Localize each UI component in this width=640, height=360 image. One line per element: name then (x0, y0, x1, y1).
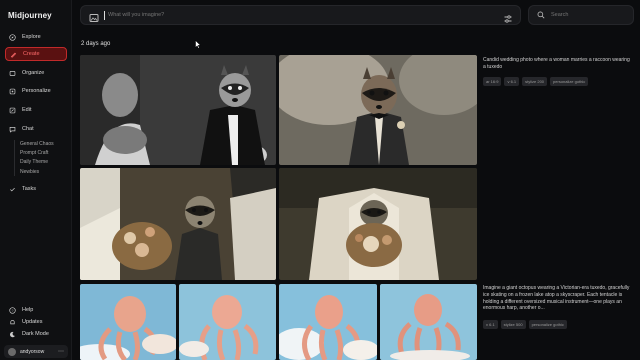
sidebar-item-label: Dark Mode (22, 331, 49, 337)
more-icon[interactable]: ⋯ (58, 348, 64, 355)
folder-icon (9, 70, 16, 77)
sidebar-item-dark-mode[interactable]: Dark Mode (5, 327, 67, 341)
text-cursor (104, 10, 105, 20)
sidebar-item-label: Explore (22, 34, 41, 40)
sidebar-item-edit[interactable]: Edit (5, 103, 67, 117)
chat-room-newbies[interactable]: Newbies (20, 169, 39, 175)
sidebar-item-tasks[interactable]: Tasks (5, 182, 67, 196)
job-tags: ar 16:9 v 6.1 stylize 200 personalize go… (483, 77, 589, 86)
sidebar-item-explore[interactable]: Explore (5, 30, 67, 44)
param-tag[interactable]: personalize gothic (550, 77, 589, 86)
job-tags: v 6.1 stylize 500 personalize gothic (483, 320, 567, 329)
generated-image-2[interactable] (279, 55, 477, 165)
avatar (8, 347, 16, 356)
param-tag[interactable]: stylize 200 (522, 77, 548, 86)
chat-icon (9, 126, 16, 133)
compass-icon (9, 33, 16, 41)
search-bar (528, 5, 634, 25)
bell-icon (9, 319, 16, 326)
user-menu[interactable]: andyorsow ⋯ (4, 345, 68, 358)
sidebar-item-create[interactable]: Create (5, 47, 67, 61)
sidebar-item-label: Organize (22, 70, 45, 76)
sidebar-item-personalize[interactable]: Personalize (5, 84, 67, 98)
prompt-bar (80, 5, 521, 25)
param-tag[interactable]: ar 16:9 (483, 77, 502, 86)
username: andyorsow (20, 348, 45, 355)
sidebar-item-label: Chat (22, 126, 34, 132)
chat-rooms-rail (14, 140, 15, 176)
sidebar-item-label: Create (23, 51, 40, 57)
svg-text:?: ? (12, 308, 14, 312)
param-tag[interactable]: v 6.1 (483, 320, 498, 329)
settings-sliders-icon[interactable] (503, 11, 513, 23)
chat-room-prompt-craft[interactable]: Prompt Craft (20, 150, 48, 156)
generated-image-6[interactable] (179, 284, 276, 360)
brush-icon (10, 51, 17, 58)
sidebar: Midjourney Explore Create Organize Perso… (0, 0, 72, 360)
generated-image-3[interactable] (80, 168, 276, 280)
job-caption[interactable]: Candid wedding photo where a woman marri… (483, 57, 633, 71)
edit-icon (9, 107, 16, 114)
date-group-label: 2 days ago (81, 41, 111, 47)
chat-room-daily-theme[interactable]: Daily Theme (20, 159, 48, 165)
image-upload-icon[interactable] (89, 10, 99, 22)
mouse-cursor-icon (195, 40, 201, 49)
search-icon (537, 11, 545, 19)
generated-image-1[interactable] (80, 55, 276, 165)
param-tag[interactable]: stylize 500 (500, 320, 526, 329)
sliders-icon (9, 88, 16, 95)
sidebar-item-organize[interactable]: Organize (5, 66, 67, 80)
generated-image-5[interactable] (80, 284, 176, 360)
sidebar-item-label: Help (22, 307, 34, 313)
app-logo[interactable]: Midjourney (8, 11, 52, 20)
search-input[interactable] (551, 12, 631, 18)
generated-image-8[interactable] (380, 284, 477, 360)
sidebar-item-chat[interactable]: Chat (5, 122, 67, 136)
job-caption[interactable]: Imagine a giant octopus wearing a Victor… (483, 285, 633, 312)
sidebar-item-label: Tasks (22, 186, 37, 192)
tasks-icon (9, 186, 16, 193)
help-icon: ? (9, 306, 16, 314)
param-tag[interactable]: personalize gothic (528, 320, 567, 329)
generated-image-4[interactable] (279, 168, 477, 280)
prompt-input[interactable] (108, 12, 488, 18)
param-tag[interactable]: v 6.1 (504, 77, 520, 86)
sidebar-item-label: Personalize (22, 88, 51, 94)
generated-image-7[interactable] (279, 284, 377, 360)
chat-room-general-chaos[interactable]: General Chaos (20, 141, 54, 147)
moon-icon (9, 331, 16, 338)
sidebar-item-label: Updates (22, 319, 43, 325)
sidebar-item-label: Edit (22, 107, 32, 113)
